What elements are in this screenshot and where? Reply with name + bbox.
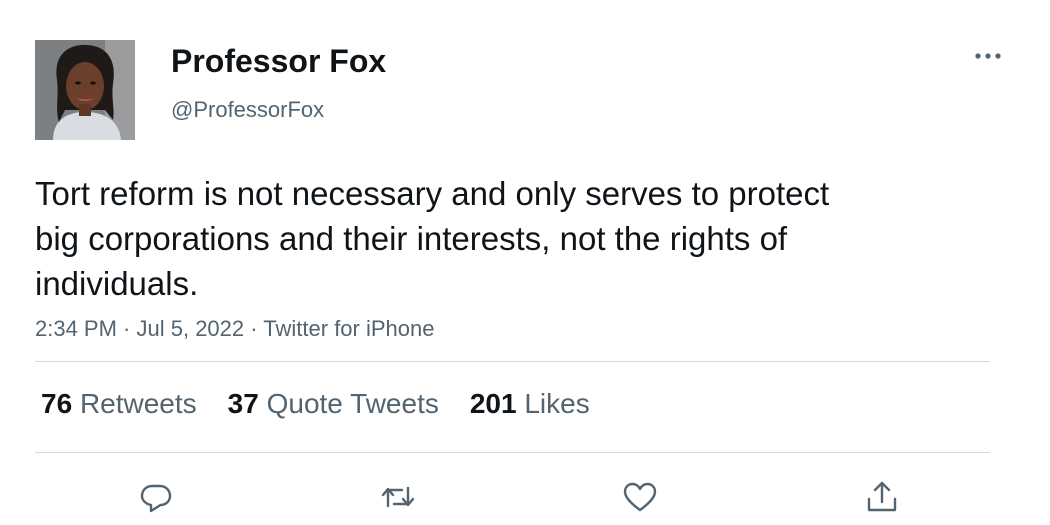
tweet-meta: 2:34 PM · Jul 5, 2022 · Twitter for iPho… — [35, 316, 434, 342]
quote-tweets-count: 37 — [227, 388, 259, 419]
author-handle[interactable]: @ProfessorFox — [171, 97, 324, 123]
tweet-stats: 76 Retweets 37 Quote Tweets 201 Likes — [41, 388, 590, 420]
retweets-label: Retweets — [79, 388, 197, 419]
more-options-button[interactable] — [970, 44, 1006, 68]
share-icon — [867, 481, 897, 512]
tweet-text: Tort reform is not necessary and only se… — [35, 175, 830, 302]
retweet-button[interactable] — [378, 477, 418, 517]
like-button[interactable] — [620, 477, 660, 517]
tweet-time-link[interactable]: 2:34 PM — [35, 316, 117, 341]
retweet-icon — [381, 486, 415, 508]
heart-icon — [623, 482, 657, 512]
meta-separator: · — [116, 316, 137, 341]
likes-count: 201 — [469, 388, 517, 419]
reply-icon — [140, 484, 172, 513]
meta-separator: · — [244, 316, 264, 341]
divider — [35, 361, 990, 362]
avatar[interactable] — [35, 40, 135, 140]
share-button[interactable] — [862, 477, 902, 517]
tweet-date-link[interactable]: Jul 5, 2022 — [137, 316, 245, 341]
tweet-source-link[interactable]: Twitter for iPhone — [263, 316, 434, 341]
retweets-stat[interactable]: 76 Retweets — [41, 388, 197, 420]
quote-tweets-stat[interactable]: 37 Quote Tweets — [228, 388, 439, 420]
retweets-count: 76 — [41, 388, 73, 419]
reply-button[interactable] — [136, 477, 176, 517]
likes-label: Likes — [524, 388, 590, 419]
divider — [35, 452, 990, 453]
likes-stat[interactable]: 201 Likes — [470, 388, 590, 420]
quote-tweets-label: Quote Tweets — [266, 388, 439, 419]
avatar-image — [35, 40, 135, 140]
more-horizontal-icon — [975, 53, 1001, 59]
tweet-action-bar — [0, 470, 1050, 520]
author-display-name[interactable]: Professor Fox — [171, 43, 386, 80]
